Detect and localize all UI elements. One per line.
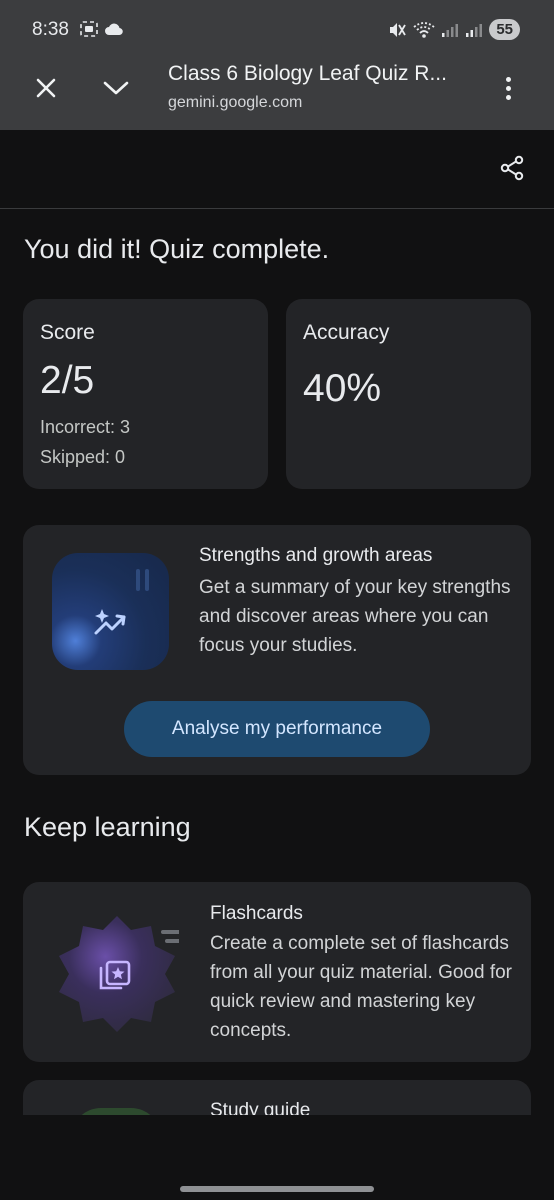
strengths-card: Strengths and growth areas Get a summary… — [23, 525, 531, 775]
accuracy-label: Accuracy — [303, 321, 390, 344]
flashcards-description: Create a complete set of flashcards from… — [210, 933, 513, 1041]
strengths-title: Strengths and growth areas — [199, 545, 433, 566]
skipped-count: Skipped: 0 — [40, 447, 126, 467]
page-url: gemini.google.com — [168, 94, 303, 111]
status-time: 8:38 — [32, 19, 69, 40]
keep-learning-heading: Keep learning — [24, 812, 191, 842]
battery-indicator: 55 — [489, 19, 520, 40]
score-card: Score 2/5 Incorrect: 3 Skipped: 0 — [23, 299, 268, 489]
more-menu-button[interactable] — [494, 70, 522, 106]
more-vert-icon — [505, 76, 511, 82]
study-guide-title: Study guide — [210, 1100, 311, 1115]
study-guide-icon — [71, 1108, 161, 1115]
accuracy-value: 40% — [303, 367, 382, 410]
flashcards-title: Flashcards — [210, 903, 303, 924]
incorrect-count: Incorrect: 3 — [40, 417, 131, 437]
divider — [0, 208, 554, 209]
status-left-icons — [80, 21, 124, 37]
wifi-icon — [413, 21, 435, 38]
close-button[interactable] — [30, 72, 62, 104]
status-right-icons: 55 — [387, 19, 520, 40]
share-button[interactable] — [496, 152, 528, 184]
score-label: Score — [40, 321, 95, 344]
study-guide-card[interactable]: Study guide — [23, 1080, 531, 1115]
page: 8:38 55 Class 6 Biology Leaf Quiz R... g… — [0, 0, 554, 1200]
home-indicator[interactable] — [180, 1186, 374, 1192]
collapse-button[interactable] — [100, 72, 132, 104]
flashcards-icon — [59, 916, 179, 1032]
close-icon — [36, 78, 56, 98]
accuracy-card: Accuracy 40% — [286, 299, 531, 489]
score-value: 2/5 — [40, 359, 95, 402]
screenshot-icon — [80, 21, 98, 37]
status-bar: 8:38 55 — [0, 0, 554, 58]
signal-icon — [442, 23, 459, 37]
signal-icon-2 — [466, 23, 483, 37]
mute-vibrate-icon — [390, 22, 407, 37]
cloud-icon — [105, 23, 123, 36]
quiz-complete-heading: You did it! Quiz complete. — [24, 234, 330, 264]
flashcards-card[interactable]: Flashcards Create a complete set of flas… — [23, 882, 531, 1062]
browser-header: 8:38 55 Class 6 Biology Leaf Quiz R... g… — [0, 0, 554, 130]
analyse-performance-button[interactable]: Analyse my performance — [124, 701, 430, 757]
page-title: Class 6 Biology Leaf Quiz R... — [168, 62, 447, 85]
scroll-clip: Study guide — [0, 1070, 554, 1115]
share-icon — [500, 155, 524, 181]
chevron-down-icon — [103, 81, 129, 95]
strengths-description: Get a summary of your key strengths and … — [199, 577, 511, 656]
trending-sparkle-icon — [52, 553, 169, 670]
